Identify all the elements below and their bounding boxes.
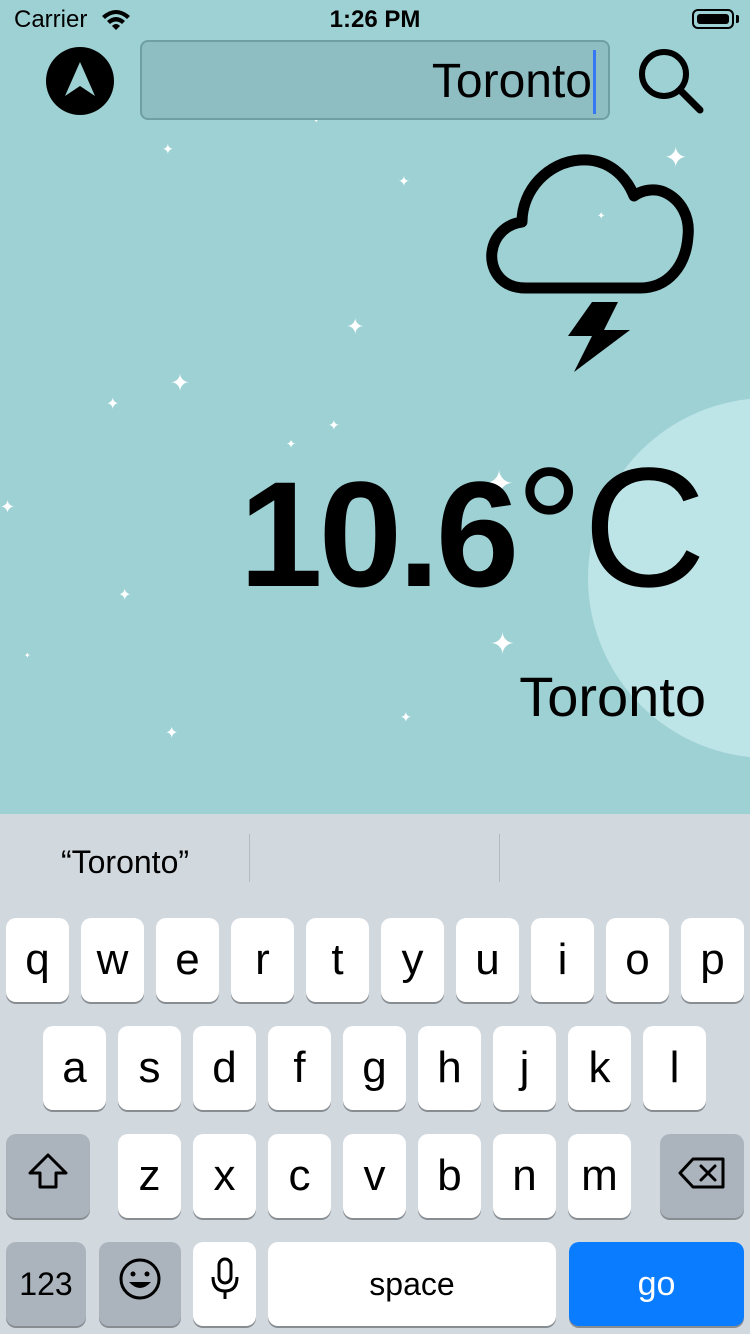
suggestion-item[interactable] bbox=[250, 814, 500, 910]
key-w[interactable]: w bbox=[81, 918, 144, 1002]
suggestion-item[interactable]: “Toronto” bbox=[0, 814, 250, 910]
key-q[interactable]: q bbox=[6, 918, 69, 1002]
key-v[interactable]: v bbox=[343, 1134, 406, 1218]
star-icon: ✦ bbox=[490, 628, 516, 661]
key-t[interactable]: t bbox=[306, 918, 369, 1002]
key-z[interactable]: z bbox=[118, 1134, 181, 1218]
key-a[interactable]: a bbox=[43, 1026, 106, 1110]
star-icon: ✦ bbox=[170, 370, 191, 397]
key-j[interactable]: j bbox=[493, 1026, 556, 1110]
shift-icon bbox=[26, 1151, 70, 1202]
suggestion-item[interactable] bbox=[500, 814, 750, 910]
star-icon: ✦ bbox=[346, 314, 365, 339]
delete-key[interactable] bbox=[660, 1134, 744, 1218]
dictation-key[interactable] bbox=[193, 1242, 256, 1326]
key-d[interactable]: d bbox=[193, 1026, 256, 1110]
text-caret bbox=[593, 50, 596, 114]
cloud-lightning-icon bbox=[484, 150, 696, 379]
search-input[interactable]: Toronto bbox=[140, 40, 610, 120]
key-l[interactable]: l bbox=[643, 1026, 706, 1110]
star-icon: ✦ bbox=[162, 141, 174, 157]
key-g[interactable]: g bbox=[343, 1026, 406, 1110]
location-arrow-icon bbox=[63, 60, 97, 103]
star-icon: ✦ bbox=[118, 587, 132, 604]
shift-key[interactable] bbox=[6, 1134, 90, 1218]
location-button[interactable] bbox=[46, 47, 114, 115]
key-r[interactable]: r bbox=[231, 918, 294, 1002]
key-y[interactable]: y bbox=[381, 918, 444, 1002]
go-key[interactable]: go bbox=[569, 1242, 744, 1326]
key-c[interactable]: c bbox=[268, 1134, 331, 1218]
space-key[interactable]: space bbox=[268, 1242, 556, 1326]
temperature-value: 10.6 bbox=[239, 450, 519, 618]
key-o[interactable]: o bbox=[606, 918, 669, 1002]
battery-icon bbox=[692, 9, 734, 29]
key-u[interactable]: u bbox=[456, 918, 519, 1002]
backspace-icon bbox=[677, 1151, 727, 1201]
keyboard: “Toronto” q w e r t y u i o p a s d f g … bbox=[0, 814, 750, 1334]
microphone-icon bbox=[210, 1257, 240, 1312]
star-icon: ✦ bbox=[0, 497, 16, 517]
emoji-icon bbox=[118, 1257, 162, 1312]
temperature-unit: °C bbox=[515, 433, 706, 623]
key-s[interactable]: s bbox=[118, 1026, 181, 1110]
search-button[interactable] bbox=[636, 46, 706, 116]
emoji-key[interactable] bbox=[99, 1242, 181, 1326]
temperature-display: 10.6 °C bbox=[239, 430, 706, 623]
battery-tip bbox=[736, 15, 739, 23]
search-input-value: Toronto bbox=[431, 55, 592, 108]
key-k[interactable]: k bbox=[568, 1026, 631, 1110]
key-x[interactable]: x bbox=[193, 1134, 256, 1218]
key-f[interactable]: f bbox=[268, 1026, 331, 1110]
key-m[interactable]: m bbox=[568, 1134, 631, 1218]
status-time: 1:26 PM bbox=[329, 6, 421, 33]
key-n[interactable]: n bbox=[493, 1134, 556, 1218]
numbers-key[interactable]: 123 bbox=[6, 1242, 86, 1326]
key-p[interactable]: p bbox=[681, 918, 744, 1002]
star-icon: ✦ bbox=[398, 173, 410, 189]
status-bar: Carrier 1:26 PM bbox=[0, 0, 750, 40]
star-icon: ✦ bbox=[165, 725, 179, 742]
key-i[interactable]: i bbox=[531, 918, 594, 1002]
search-icon bbox=[636, 49, 706, 120]
star-icon: ✦ bbox=[24, 651, 31, 660]
key-e[interactable]: e bbox=[156, 918, 219, 1002]
weather-app: ✦ ✦ ✦ ✦ ✦ ✦ ✦ ✦ ✦ ✦ ✦ ✦ ✦ ✦ ✦ ✦ ✦ Carrie… bbox=[0, 0, 750, 814]
star-icon: ✦ bbox=[400, 709, 412, 725]
star-icon: ✦ bbox=[106, 396, 120, 413]
key-b[interactable]: b bbox=[418, 1134, 481, 1218]
suggestion-bar: “Toronto” bbox=[0, 814, 750, 910]
key-h[interactable]: h bbox=[418, 1026, 481, 1110]
city-name: Toronto bbox=[519, 665, 706, 728]
